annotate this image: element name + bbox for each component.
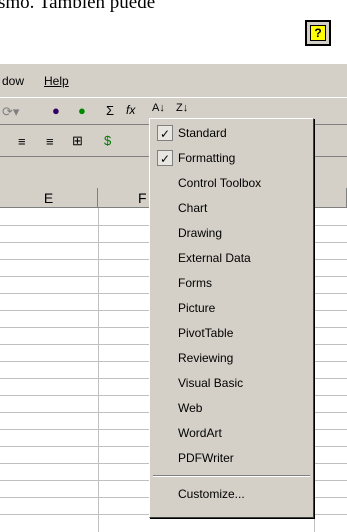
menu-item-reviewing[interactable]: Reviewing [153,347,310,369]
menu-item-drawing[interactable]: Drawing [153,222,310,244]
checkmark-icon: ✓ [157,150,173,166]
column-header-f[interactable]: F [98,188,150,208]
merge-center-icon[interactable]: ⊞ [72,133,83,149]
help-question-icon[interactable]: ? [305,20,331,46]
paste-function-icon[interactable]: fx [126,103,135,117]
menu-bar: dow Help [0,70,347,92]
document-text: smo. También puede [0,0,156,13]
menu-item-pdfwriter[interactable]: PDFWriter [153,447,310,469]
grid-line [314,208,315,532]
align-right-icon[interactable]: ≡ [46,134,54,149]
menu-item-control-toolbox[interactable]: Control Toolbox [153,172,310,194]
autosum-icon[interactable]: Σ [106,103,114,118]
align-center-icon[interactable]: ≡ [18,134,26,149]
menu-item-picture[interactable]: Picture [153,297,310,319]
menu-item-pivottable[interactable]: PivotTable [153,322,310,344]
menu-item-standard[interactable]: ✓ Standard [153,122,310,144]
menu-item-forms[interactable]: Forms [153,272,310,294]
column-header-e[interactable]: E [0,188,98,208]
menu-item-customize[interactable]: Customize... [153,483,310,505]
hyperlink-icon[interactable]: ● [52,103,60,118]
menu-help[interactable]: Help [44,74,69,88]
menu-item-web[interactable]: Web [153,397,310,419]
menu-window[interactable]: dow [2,74,24,88]
sort-descending-icon[interactable]: Z↓ [176,102,188,114]
sort-ascending-icon[interactable]: A↓ [152,102,165,114]
currency-icon[interactable]: $ [104,133,111,148]
menu-item-external-data[interactable]: External Data [153,247,310,269]
checkmark-icon: ✓ [157,125,173,141]
menu-item-visual-basic[interactable]: Visual Basic [153,372,310,394]
web-toolbar-icon[interactable]: ● [78,103,86,118]
menu-item-formatting[interactable]: ✓ Formatting [153,147,310,169]
menu-item-wordart[interactable]: WordArt [153,422,310,444]
redo-icon[interactable]: ⟳▾ [2,104,19,120]
menu-item-chart[interactable]: Chart [153,197,310,219]
menu-separator [153,475,310,477]
grid-line [98,208,99,532]
toolbars-context-menu: ✓ Standard ✓ Formatting Control Toolbox … [149,118,314,518]
